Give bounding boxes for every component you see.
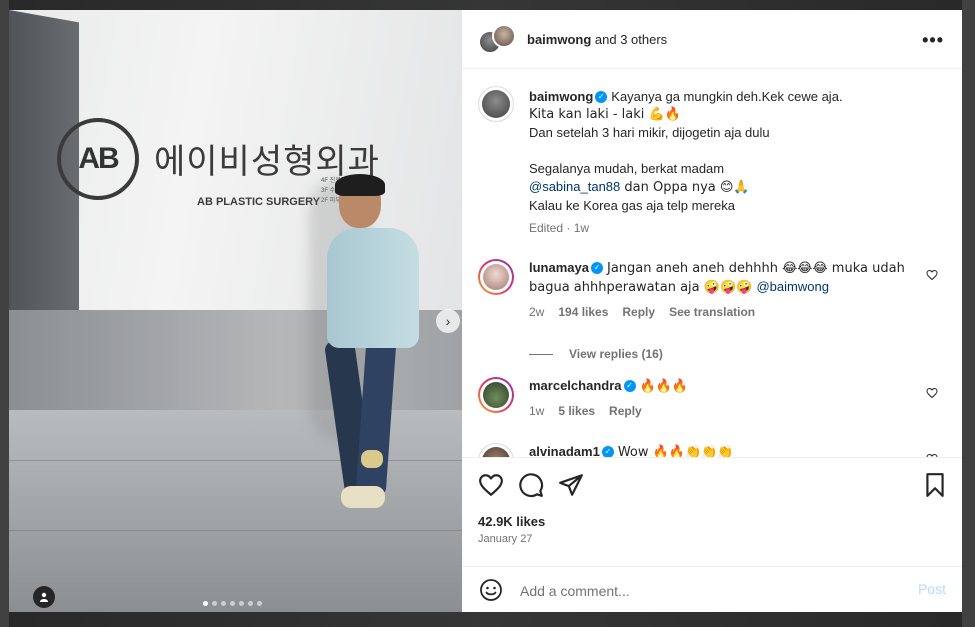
carousel-dots (203, 601, 262, 606)
comment-text: bagua ahhhperawatan aja 🤪🤪🤪 (529, 280, 757, 295)
comment: alvinadam1 ✓ Wow 🔥🔥👏👏👏 (478, 443, 938, 457)
caption-line: Kayanya ga mungkin deh.Kek cewe aja. (611, 89, 843, 104)
carousel-dot (221, 601, 226, 606)
verified-badge-icon: ✓ (590, 261, 603, 274)
carousel-dot (203, 601, 208, 606)
comment-time[interactable]: 1w (529, 402, 544, 420)
caption-line: Segalanya mudah, berkat madam (529, 161, 725, 176)
comment-username[interactable]: lunamaya (529, 260, 589, 275)
comment-icon[interactable] (518, 472, 544, 498)
comment-likes[interactable]: 5 likes (558, 402, 595, 420)
post-date[interactable]: January 27 (478, 533, 532, 545)
avatar[interactable] (478, 377, 514, 413)
caption: baimwong ✓ Kayanya ga mungkin deh.Kek cewe… (478, 86, 938, 246)
caption-mention[interactable]: @sabina_tan88 (529, 179, 620, 194)
like-heart-icon[interactable] (478, 472, 504, 498)
verified-badge-icon: ✓ (601, 445, 614, 457)
person-shoe (341, 486, 385, 508)
comment: marcelchandra ✓ 🔥🔥🔥 1w 5 likes Reply (478, 377, 938, 427)
background-tile (962, 0, 975, 627)
comments-list[interactable]: baimwong ✓ Kayanya ga mungkin deh.Kek cewe… (462, 69, 962, 457)
user-icon (40, 592, 48, 602)
avatar (492, 24, 516, 48)
see-translation-button[interactable]: See translation (669, 303, 755, 321)
comment-likes[interactable]: 194 likes (558, 303, 608, 321)
carousel-dot (212, 601, 217, 606)
collab-avatars[interactable] (478, 24, 516, 56)
comment: lunamaya ✓ Jangan aneh aneh dehhhh 😂😂😂 muk… (478, 259, 938, 329)
sign-english-text: AB PLASTIC SURGERY (197, 196, 321, 208)
comment-text: Jangan aneh aneh dehhhh 😂😂😂 muka udah (606, 261, 905, 276)
likes-count[interactable]: 42.9K likes (478, 514, 545, 529)
photo-floor (9, 410, 462, 612)
view-replies-button[interactable]: View replies (16) (529, 347, 663, 361)
post-comment-button[interactable]: Post (918, 581, 946, 597)
author-username[interactable]: baimwong (527, 32, 591, 47)
comment-mention[interactable]: @baimwong (756, 279, 828, 294)
comment-username[interactable]: marcelchandra (529, 378, 622, 393)
post-photo: AB 에이비성형외과 AB PLASTIC SURGERY 4F 진료예약 3F… (9, 10, 462, 612)
emoji-icon[interactable] (479, 578, 503, 602)
caption-line: dan Oppa nya 😊🙏 (620, 180, 750, 195)
caption-line: Kita kan laki - laki 💪🔥 (529, 107, 681, 122)
carousel-dot (248, 601, 253, 606)
avatar[interactable] (478, 443, 514, 457)
heart-icon[interactable] (926, 269, 938, 281)
carousel-next-button[interactable]: › (436, 309, 460, 333)
reply-button[interactable]: Reply (609, 402, 642, 420)
comment-text: Wow 🔥🔥👏👏👏 (617, 445, 734, 457)
verified-badge-icon: ✓ (595, 90, 608, 103)
avatar[interactable] (478, 259, 514, 295)
tagged-users-button[interactable] (33, 586, 55, 608)
person-shoe (361, 450, 383, 468)
add-comment-bar: Post (462, 566, 962, 613)
caption-line: Dan setelah 3 hari mikir, dijogetin aja … (529, 125, 770, 140)
collab-others[interactable]: and 3 others (595, 32, 667, 47)
verified-badge-icon: ✓ (623, 379, 636, 392)
caption-meta: Edited · 1w (529, 221, 590, 235)
chevron-right-icon: › (445, 313, 451, 329)
reply-button[interactable]: Reply (622, 303, 655, 321)
person-hair (335, 174, 385, 196)
divider (529, 353, 553, 355)
post-authors: baimwong and 3 others (527, 32, 667, 47)
caption-line: Kalau ke Korea gas aja telp mereka (529, 198, 735, 213)
person-torso (327, 228, 419, 348)
view-replies-label: View replies (16) (569, 347, 663, 361)
more-options-icon[interactable]: ••• (922, 30, 944, 51)
share-send-icon[interactable] (558, 472, 584, 498)
caption-line (529, 142, 929, 160)
avatar[interactable] (478, 86, 514, 122)
carousel-dot (230, 601, 235, 606)
caption-username[interactable]: baimwong (529, 89, 593, 104)
post-header: baimwong and 3 others ••• (462, 10, 962, 69)
comment-text: 🔥🔥🔥 (639, 379, 689, 394)
heart-icon[interactable] (926, 387, 938, 399)
carousel-dot (239, 601, 244, 606)
post-actions (462, 457, 962, 513)
bookmark-icon[interactable] (922, 472, 948, 498)
comment-time[interactable]: 2w (529, 303, 544, 321)
carousel-dot (257, 601, 262, 606)
post-details-panel: baimwong and 3 others ••• baimwong ✓ Kayan… (462, 10, 962, 612)
comment-username[interactable]: alvinadam1 (529, 444, 600, 457)
sign-logo: AB (57, 118, 139, 200)
comment-input[interactable] (518, 579, 882, 603)
background-tile (0, 0, 9, 627)
